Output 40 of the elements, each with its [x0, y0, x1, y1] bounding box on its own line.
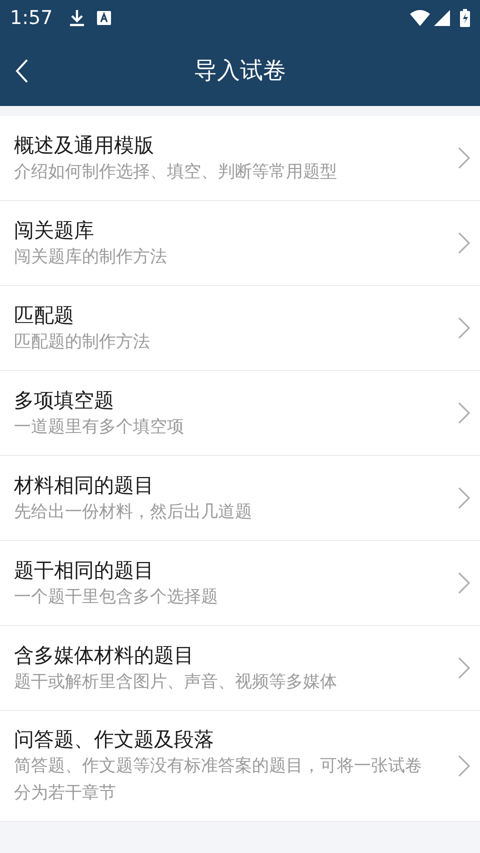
item-subtitle: 简答题、作文题等没有标准答案的题目，可将一张试卷分为若干章节 [14, 755, 423, 805]
list-item[interactable]: 多项填空题 一道题里有多个填空项 [0, 371, 480, 456]
item-title: 题干相同的题目 [14, 556, 155, 584]
item-title: 匹配题 [14, 302, 75, 328]
item-subtitle: 介绍如何制作选择、填空、判断等常用题型 [14, 160, 338, 184]
item-title: 概述及通用模版 [14, 132, 155, 158]
item-title: 材料相同的题目 [14, 472, 155, 498]
download-icon [68, 9, 85, 27]
list-item[interactable]: 题干相同的题目 一个题干里包含多个选择题 [0, 541, 480, 626]
wifi-icon [410, 10, 430, 26]
list-item[interactable]: 材料相同的题目 先给出一份材料，然后出几道题 [0, 456, 480, 541]
item-subtitle: 一道题里有多个填空项 [14, 416, 185, 438]
signal-icon [434, 10, 450, 26]
chevron-icon [458, 232, 470, 254]
item-subtitle: 题干或解析里含图片、声音、视频等多媒体 [14, 670, 338, 694]
chevron-icon [458, 487, 470, 509]
back-icon [15, 58, 29, 84]
list-item[interactable]: 概述及通用模版 介绍如何制作选择、填空、判断等常用题型 [0, 116, 480, 201]
battery-icon [460, 9, 470, 27]
item-title: 多项填空题 [14, 386, 115, 414]
item-title: 闯关题库 [14, 216, 95, 244]
chevron-icon [458, 572, 470, 594]
item-title: 问答题、作文题及段落 [14, 726, 215, 753]
chevron-icon [458, 402, 470, 424]
item-subtitle: 先给出一份材料，然后出几道题 [14, 500, 253, 524]
status-time: 1:57 [10, 6, 53, 31]
list-item[interactable]: 问答题、作文题及段落 简答题、作文题等没有标准答案的题目，可将一张试卷分为若干章节 [0, 711, 480, 822]
item-subtitle: 闯关题库的制作方法 [14, 246, 168, 268]
chevron-icon [458, 657, 470, 679]
chevron-icon [458, 317, 470, 339]
item-subtitle: 一个题干里包含多个选择题 [14, 586, 219, 608]
list-item[interactable]: 含多媒体材料的题目 题干或解析里含图片、声音、视频等多媒体 [0, 626, 480, 711]
chevron-icon [458, 147, 470, 169]
list-item[interactable]: 匹配题 匹配题的制作方法 [0, 286, 480, 371]
chevron-icon [458, 755, 470, 777]
item-subtitle: 匹配题的制作方法 [14, 330, 151, 354]
list-item[interactable]: 闯关题库 闯关题库的制作方法 [0, 201, 480, 286]
letter-a-icon [96, 11, 111, 25]
item-title: 含多媒体材料的题目 [14, 642, 195, 668]
page-title: 导入试卷 [193, 56, 287, 86]
